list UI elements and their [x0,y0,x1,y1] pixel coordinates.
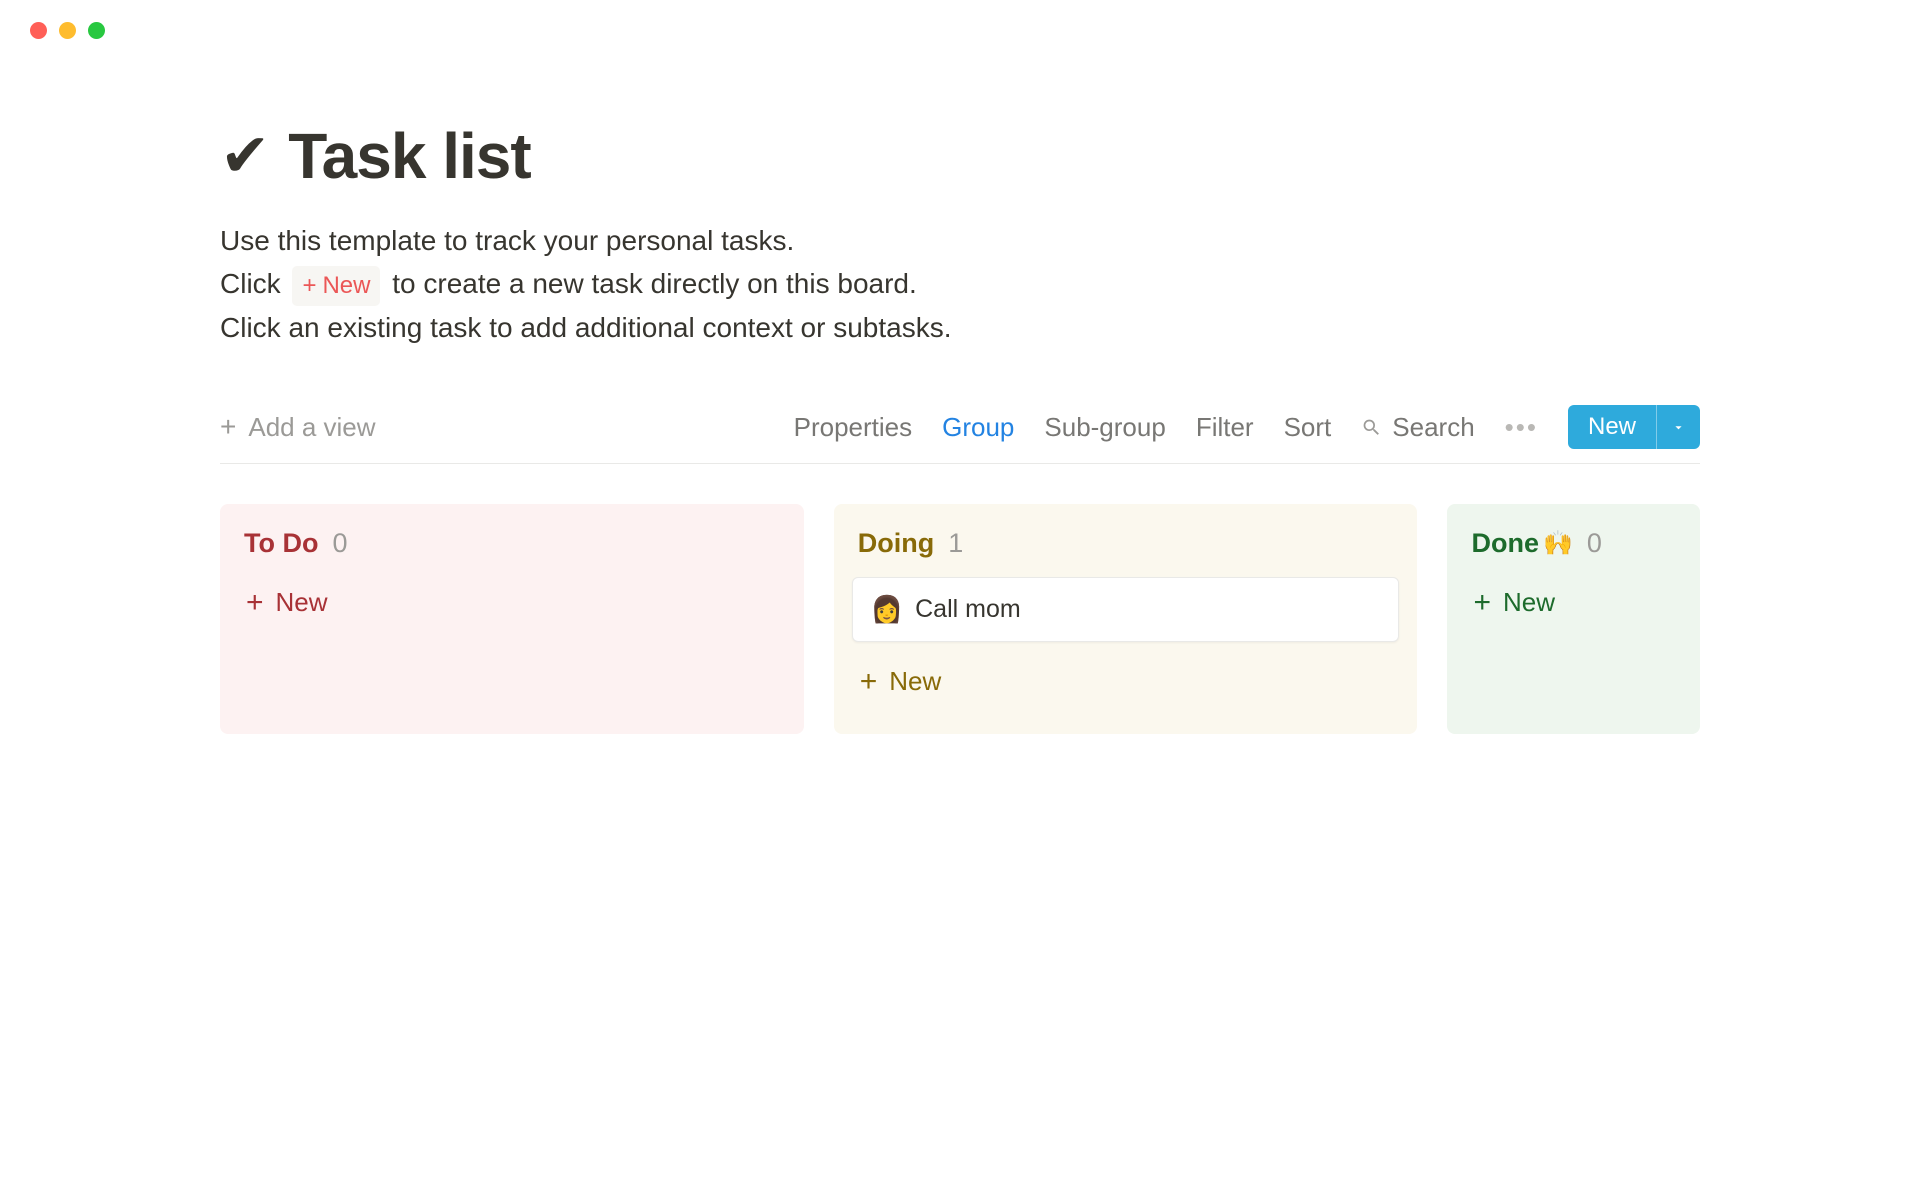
desc-line-2: Click + New to create a new task directl… [220,262,1700,305]
page-icon[interactable]: ✔ [220,126,270,186]
search-icon [1361,417,1382,438]
column-title-text: Done [1471,528,1539,559]
task-card[interactable]: 👩 Call mom [852,577,1400,642]
group-button[interactable]: Group [942,412,1014,443]
more-options-button[interactable]: ••• [1505,412,1538,443]
column-title: Doing [858,528,934,559]
desc-line-3: Click an existing task to add additional… [220,306,1700,349]
filter-button[interactable]: Filter [1196,412,1254,443]
column-doing[interactable]: Doing 1 👩 Call mom + New [834,504,1418,734]
column-count: 1 [948,528,963,559]
window-traffic-lights [0,0,1920,39]
card-title: Call mom [915,595,1021,624]
column-count: 0 [1587,528,1602,559]
add-card-label: New [276,587,328,618]
page-description[interactable]: Use this template to track your personal… [220,219,1700,349]
desc-line-1: Use this template to track your personal… [220,219,1700,262]
new-button[interactable]: New [1568,405,1657,449]
column-done[interactable]: Done 🙌 0 + New [1447,504,1700,734]
column-count: 0 [332,528,347,559]
plus-icon: + [860,667,878,697]
add-card-label: New [889,666,941,697]
search-button[interactable]: Search [1361,412,1474,443]
chevron-down-icon [1671,420,1686,435]
add-card-button[interactable]: + New [1465,577,1682,618]
search-label: Search [1392,412,1474,443]
database-toolbar: + Add a view Properties Group Sub-group … [220,405,1700,464]
column-title: To Do [244,528,318,559]
sort-button[interactable]: Sort [1284,412,1332,443]
close-window-icon[interactable] [30,22,47,39]
desc-text: Click [220,268,281,299]
add-view-button[interactable]: + Add a view [220,412,376,443]
plus-icon: + [302,267,316,304]
add-card-label: New [1503,587,1555,618]
new-button-dropdown[interactable] [1657,405,1700,449]
page-title-row: ✔ Task list [220,119,1700,193]
column-header[interactable]: Doing 1 [852,524,1400,577]
inline-new-badge: + New [292,266,380,305]
plus-icon: + [246,588,264,618]
add-view-label: Add a view [248,412,375,443]
minimize-window-icon[interactable] [59,22,76,39]
add-card-button[interactable]: + New [852,656,1400,697]
desc-text: to create a new task directly on this bo… [392,268,917,299]
column-header[interactable]: Done 🙌 0 [1465,524,1682,577]
kanban-board: To Do 0 + New Doing 1 👩 Call mom + New [220,504,1700,734]
raised-hands-icon: 🙌 [1543,529,1573,558]
card-emoji-icon: 👩 [871,594,903,625]
sub-group-button[interactable]: Sub-group [1044,412,1165,443]
column-title: Done 🙌 [1471,528,1572,559]
properties-button[interactable]: Properties [794,412,913,443]
plus-icon: + [1473,588,1491,618]
plus-icon: + [220,413,236,441]
column-todo[interactable]: To Do 0 + New [220,504,804,734]
page-title[interactable]: Task list [288,119,530,193]
new-button-group: New [1568,405,1700,449]
maximize-window-icon[interactable] [88,22,105,39]
add-card-button[interactable]: + New [238,577,786,618]
inline-new-label: New [322,267,370,304]
column-header[interactable]: To Do 0 [238,524,786,577]
